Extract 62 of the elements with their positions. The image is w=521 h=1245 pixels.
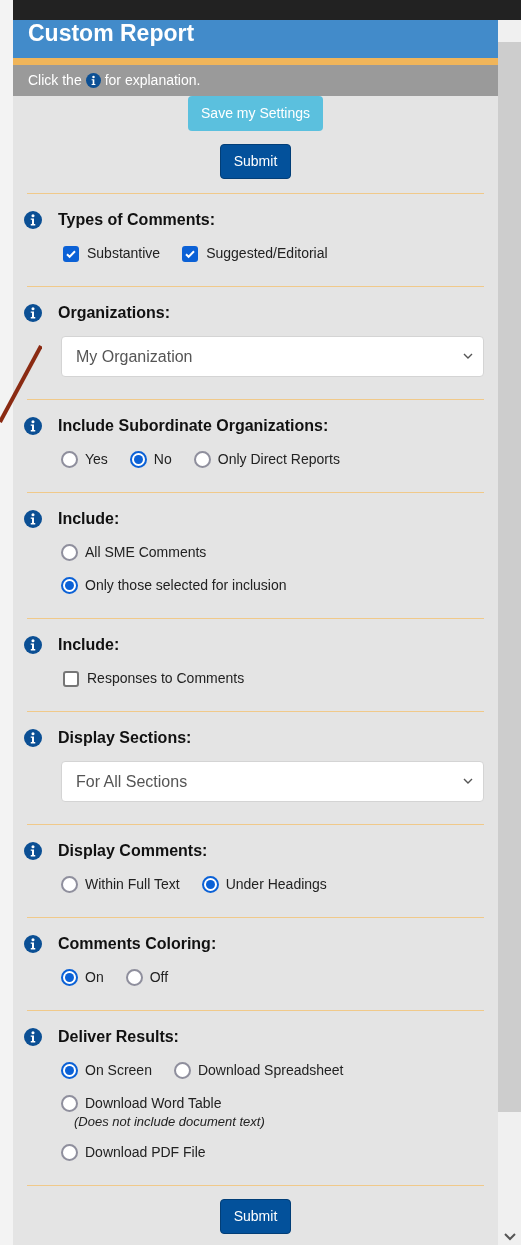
info-icon[interactable]: [24, 304, 42, 322]
info-icon[interactable]: [24, 935, 42, 953]
radio-button[interactable]: [125, 969, 143, 986]
checkbox[interactable]: [182, 245, 199, 262]
radio-button[interactable]: [61, 1095, 78, 1112]
info-icon[interactable]: [24, 636, 42, 654]
submit-button[interactable]: Submit: [219, 144, 292, 179]
dropdown-select[interactable]: For All Sections: [61, 761, 484, 802]
radio-button[interactable]: [61, 1144, 78, 1161]
submit-button[interactable]: Submit: [219, 1199, 292, 1234]
report-title: Custom Report: [28, 20, 195, 46]
radio-button[interactable]: [61, 969, 78, 986]
radio-button[interactable]: [61, 544, 78, 561]
radio-label: Only Direct Reports: [217, 450, 340, 469]
radio-button[interactable]: [61, 1062, 78, 1079]
radio-button[interactable]: [193, 451, 211, 468]
section-title: Organizations:: [58, 303, 170, 323]
section-title: Types of Comments:: [58, 210, 216, 230]
radio-label: Off: [149, 968, 169, 987]
chevron-down-icon: [463, 778, 473, 785]
dropdown-select[interactable]: My Organization: [61, 336, 484, 377]
checkbox[interactable]: [63, 670, 79, 687]
radio-label: Download PDF File: [85, 1143, 206, 1162]
hint-text: for explanation.: [104, 71, 201, 90]
radio-button[interactable]: [129, 451, 147, 468]
radio-label: Only those selected for inclusion: [85, 576, 287, 595]
section-title: Include:: [58, 509, 120, 529]
radio-label: All SME Comments: [85, 543, 207, 562]
info-icon[interactable]: [24, 510, 42, 528]
info-icon[interactable]: [24, 729, 42, 747]
radio-label: Download Spreadsheet: [197, 1061, 344, 1080]
radio-button[interactable]: [201, 876, 219, 893]
radio-label: No: [153, 450, 172, 469]
section-title: Comments Coloring:: [58, 934, 217, 954]
chevron-down-icon: [463, 353, 473, 360]
section-title: Display Sections:: [58, 728, 192, 748]
info-icon[interactable]: [85, 73, 101, 88]
radio-label: Download Word Table: [85, 1094, 222, 1113]
section-title: Include Subordinate Organizations:: [58, 416, 329, 436]
radio-button[interactable]: [61, 451, 78, 468]
radio-label: On Screen: [85, 1061, 152, 1080]
checkbox-label: Suggested/Editorial: [206, 244, 328, 263]
radio-label: On: [85, 968, 104, 987]
checkbox-label: Substantive: [87, 244, 161, 263]
checkbox-label: Responses to Comments: [87, 669, 245, 688]
option-note: (Does not include document text): [73, 1114, 265, 1130]
scroll-down-icon[interactable]: [503, 1233, 516, 1241]
section-title: Include:: [58, 635, 120, 655]
radio-button[interactable]: [61, 876, 78, 893]
radio-label: Yes: [85, 450, 108, 469]
radio-button[interactable]: [61, 577, 78, 594]
radio-label: Within Full Text: [85, 875, 180, 894]
info-icon[interactable]: [24, 211, 42, 229]
info-icon[interactable]: [24, 1028, 42, 1046]
hint-text: Click the: [28, 71, 82, 90]
info-icon[interactable]: [24, 842, 42, 860]
checkbox[interactable]: [63, 245, 79, 262]
section-title: Display Comments:: [58, 841, 208, 861]
radio-button[interactable]: [173, 1062, 191, 1079]
radio-label: Under Headings: [225, 875, 327, 894]
section-title: Deliver Results:: [58, 1027, 179, 1047]
info-icon[interactable]: [24, 417, 42, 435]
